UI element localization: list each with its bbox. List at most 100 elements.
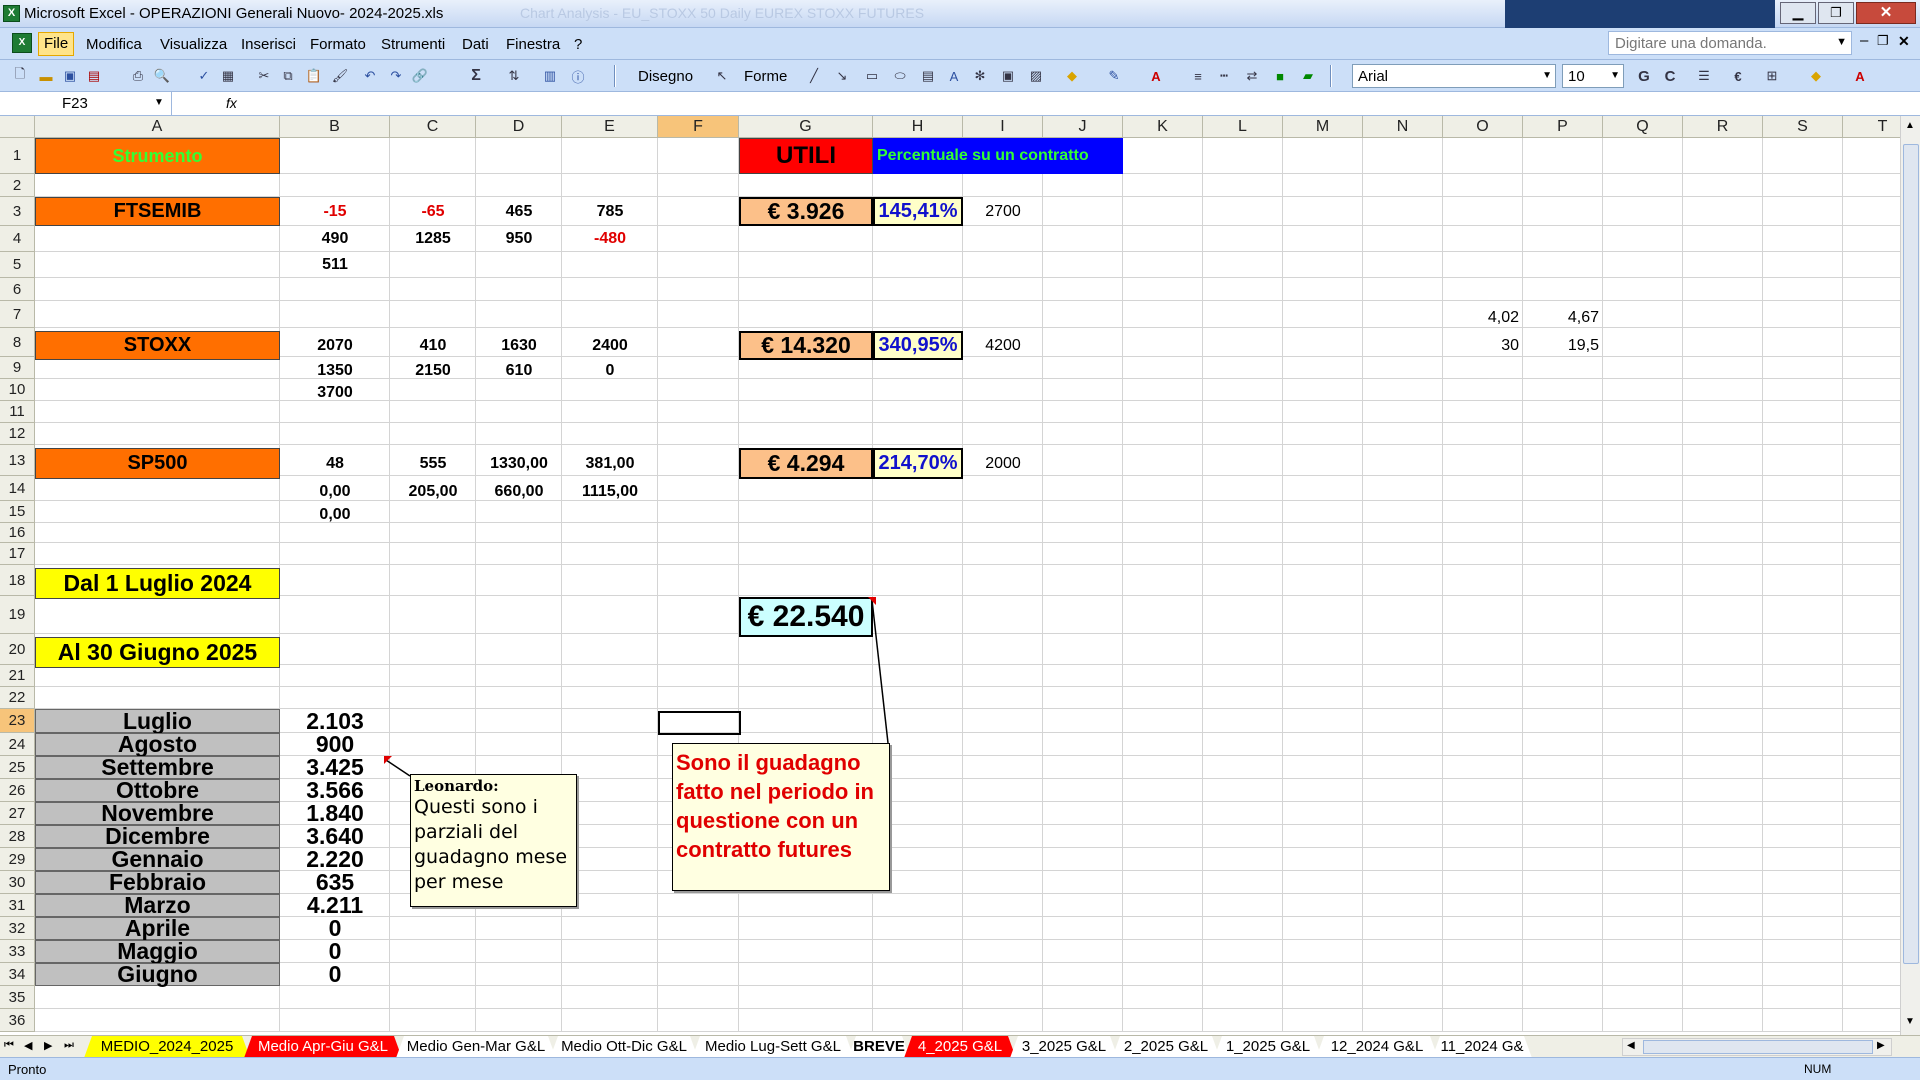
picture-icon[interactable]: ▨: [1026, 65, 1046, 87]
menu-help[interactable]: ?: [574, 36, 582, 53]
drawing-menu[interactable]: Disegno: [638, 68, 693, 85]
function-icon[interactable]: fx: [226, 95, 237, 111]
vertical-scrollbar[interactable]: ▲ ▼: [1900, 116, 1920, 1035]
diagram-icon[interactable]: ✻: [970, 65, 990, 87]
rectangle-icon[interactable]: ▭: [862, 65, 882, 87]
name-box[interactable]: F23 ▼: [0, 92, 172, 116]
oval-icon[interactable]: ⬭: [890, 65, 910, 87]
scroll-left-icon[interactable]: ◀: [1627, 1040, 1635, 1051]
status-ready: Pronto: [8, 1062, 47, 1077]
restore-workbook-icon[interactable]: ❐: [1877, 33, 1889, 49]
scroll-up-icon[interactable]: ▲: [1905, 120, 1915, 131]
autoshapes-menu[interactable]: Forme: [744, 68, 787, 85]
open-folder-icon[interactable]: ▬: [36, 65, 56, 87]
save-icon[interactable]: ▣: [60, 65, 80, 87]
next-sheet-icon[interactable]: ▶: [44, 1039, 52, 1052]
spelling-icon[interactable]: ✓: [194, 65, 214, 87]
sheet-tab[interactable]: Medio Apr-Giu G&L: [244, 1036, 402, 1058]
menu-formato[interactable]: Formato: [310, 36, 366, 53]
arrow-icon[interactable]: ↘: [832, 65, 852, 87]
font-color-icon[interactable]: A: [1850, 65, 1870, 87]
euro-icon[interactable]: €: [1728, 65, 1748, 87]
undo-icon[interactable]: ↶: [360, 65, 380, 87]
sheet-tab[interactable]: MEDIO_2024_2025: [84, 1036, 250, 1058]
sheet-tab[interactable]: Medio Ott-Dic G&L: [550, 1036, 698, 1058]
sheet-tab[interactable]: Medio Lug-Sett G&L: [692, 1036, 854, 1058]
last-sheet-icon[interactable]: ⏭: [64, 1039, 74, 1052]
align-center-icon[interactable]: ☰: [1694, 65, 1714, 87]
dash-style-icon[interactable]: ┅: [1214, 65, 1234, 87]
help-icon[interactable]: ⓘ: [568, 65, 588, 87]
font-color-icon[interactable]: A: [1146, 65, 1166, 87]
sort-ascending-icon[interactable]: ⇅: [504, 65, 524, 87]
chevron-down-icon[interactable]: ▼: [1542, 70, 1552, 81]
fill-color-icon[interactable]: ◆: [1062, 65, 1082, 87]
select-objects-icon[interactable]: ↖: [712, 65, 732, 87]
chart-wizard-icon[interactable]: ▥: [540, 65, 560, 87]
italic-button[interactable]: C: [1660, 65, 1680, 87]
line-color-icon[interactable]: ✎: [1104, 65, 1124, 87]
permission-icon[interactable]: ▤: [84, 65, 104, 87]
menu-inserisci[interactable]: Inserisci: [241, 36, 296, 53]
font-size-select[interactable]: 10 ▼: [1562, 64, 1624, 88]
minimize-workbook-icon[interactable]: ‒: [1860, 32, 1868, 49]
menu-modifica[interactable]: Modifica: [86, 36, 142, 53]
sheet-tab[interactable]: Medio Gen-Mar G&L: [396, 1036, 556, 1058]
workbook-icon[interactable]: X: [12, 33, 32, 53]
autosum-icon[interactable]: Σ: [466, 65, 486, 87]
restore-window-button[interactable]: ❐: [1818, 2, 1854, 24]
copy-icon[interactable]: ⧉: [278, 65, 298, 87]
shadow-icon[interactable]: ■: [1270, 65, 1290, 87]
comment-box-leonardo[interactable]: Leonardo: Questi sono i parziali del gua…: [410, 774, 577, 907]
help-question-box[interactable]: Digitare una domanda. ▼: [1608, 31, 1852, 55]
comment2-connector: [871, 599, 889, 744]
redo-icon[interactable]: ↷: [386, 65, 406, 87]
scroll-right-icon[interactable]: ▶: [1877, 1040, 1885, 1051]
chevron-down-icon[interactable]: ▼: [1836, 36, 1847, 48]
textbox-icon[interactable]: ▤: [918, 65, 938, 87]
borders-icon[interactable]: ⊞: [1762, 65, 1782, 87]
arrow-style-icon[interactable]: ⇄: [1242, 65, 1262, 87]
sheet-tab[interactable]: 4_2025 G&L: [904, 1036, 1016, 1058]
menu-finestra[interactable]: Finestra: [506, 36, 560, 53]
close-window-button[interactable]: ✕: [1856, 2, 1916, 24]
menu-dati[interactable]: Dati: [462, 36, 489, 53]
sheet-tab[interactable]: BREVE: [848, 1036, 910, 1058]
format-painter-icon[interactable]: 🖌: [330, 65, 350, 87]
new-file-icon[interactable]: 🗋: [10, 65, 30, 87]
menu-visualizza[interactable]: Visualizza: [160, 36, 227, 53]
chevron-down-icon[interactable]: ▼: [1610, 70, 1620, 81]
sheet-tab[interactable]: 12_2024 G&L: [1316, 1036, 1438, 1058]
first-sheet-icon[interactable]: ⏮: [4, 1039, 14, 1052]
sheet-tab[interactable]: 1_2025 G&L: [1214, 1036, 1322, 1058]
scroll-down-icon[interactable]: ▼: [1905, 1016, 1915, 1027]
highlight-icon[interactable]: ◆: [1806, 65, 1826, 87]
clipart-icon[interactable]: ▣: [998, 65, 1018, 87]
cut-icon[interactable]: ✂: [254, 65, 274, 87]
formula-input[interactable]: [248, 92, 1920, 116]
close-workbook-icon[interactable]: ✕: [1898, 33, 1910, 50]
menu-file[interactable]: File: [38, 32, 75, 56]
paste-icon[interactable]: 📋: [304, 65, 324, 87]
research-icon[interactable]: ▦: [218, 65, 238, 87]
sheet-tab[interactable]: 2_2025 G&L: [1112, 1036, 1220, 1058]
hscroll-thumb[interactable]: [1643, 1040, 1873, 1054]
print-icon[interactable]: ⎙: [128, 65, 148, 87]
wordart-icon[interactable]: A: [944, 65, 964, 87]
sheet-tab[interactable]: 3_2025 G&L: [1010, 1036, 1118, 1058]
sheet-tab[interactable]: 11_2024 G&: [1432, 1036, 1532, 1058]
scroll-thumb[interactable]: [1903, 144, 1919, 964]
horizontal-scrollbar[interactable]: ◀ ▶: [1622, 1038, 1892, 1056]
chevron-down-icon[interactable]: ▼: [154, 97, 164, 108]
prev-sheet-icon[interactable]: ◀: [24, 1039, 32, 1052]
minimize-window-button[interactable]: ▁: [1780, 2, 1816, 24]
line-icon[interactable]: ╱: [804, 65, 824, 87]
comment-box-guadagno[interactable]: Sono il guadagno fatto nel periodo in qu…: [672, 743, 890, 891]
3d-icon[interactable]: ▰: [1298, 65, 1318, 87]
print-preview-icon[interactable]: 🔍: [152, 65, 172, 87]
line-style-icon[interactable]: ≡: [1188, 65, 1208, 87]
bold-button[interactable]: G: [1634, 65, 1654, 87]
menu-strumenti[interactable]: Strumenti: [381, 36, 445, 53]
font-name-select[interactable]: Arial ▼: [1352, 64, 1556, 88]
hyperlink-icon[interactable]: 🔗: [410, 65, 430, 87]
